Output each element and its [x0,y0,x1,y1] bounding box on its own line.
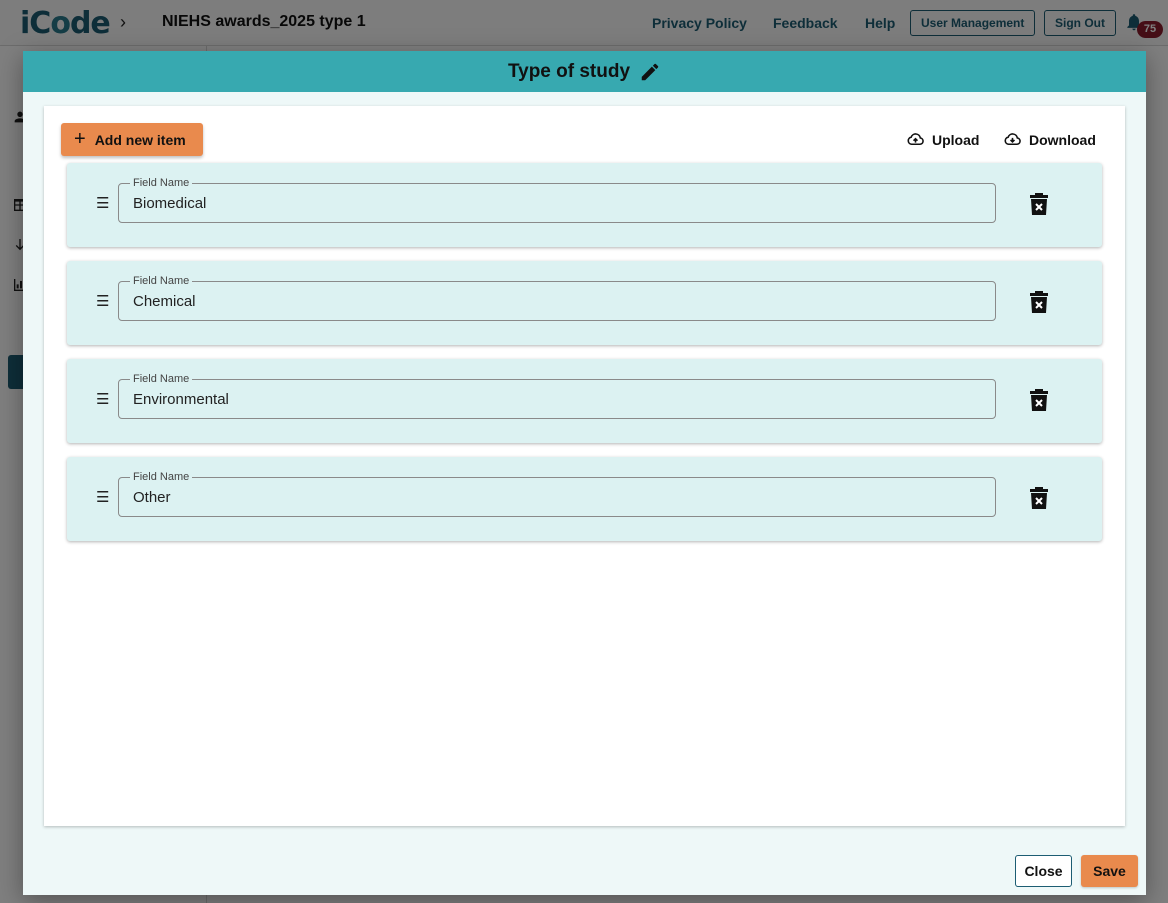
field-name-field[interactable]: Field Name [118,470,996,517]
field-name-field[interactable]: Field Name [118,372,996,419]
download-label: Download [1029,131,1096,148]
drag-handle-icon[interactable]: ☰ [96,488,109,506]
list-item: ☰ Field Name [67,359,1102,443]
drag-handle-icon[interactable]: ☰ [96,292,109,310]
pencil-icon[interactable] [639,61,661,83]
list-item: ☰ Field Name [67,457,1102,541]
close-button[interactable]: Close [1015,855,1072,887]
field-name-input[interactable] [133,478,983,516]
drag-handle-icon[interactable]: ☰ [96,194,109,212]
dialog-title: Type of study [507,60,631,82]
plus-icon: + [74,127,86,150]
delete-icon[interactable] [1030,193,1048,215]
drag-handle-icon[interactable]: ☰ [96,390,109,408]
field-name-field[interactable]: Field Name [118,274,996,321]
delete-icon[interactable] [1030,389,1048,411]
upload-label: Upload [932,131,980,148]
list-item: ☰ Field Name [67,163,1102,247]
items-panel: + Add new item Upload Download ☰ Field N… [44,106,1125,826]
field-name-field[interactable]: Field Name [118,176,996,223]
add-new-item-button[interactable]: + Add new item [61,123,203,156]
delete-icon[interactable] [1030,291,1048,313]
cloud-download-icon [1004,133,1021,146]
field-name-input[interactable] [133,380,983,418]
upload-button[interactable]: Upload [906,130,979,149]
delete-icon[interactable] [1030,487,1048,509]
type-of-study-dialog: Type of study + Add new item Upload Down… [23,51,1146,895]
add-new-item-label: Add new item [94,131,186,148]
cloud-upload-icon [907,133,924,146]
dialog-header: Type of study [23,51,1146,92]
download-button[interactable]: Download [1003,130,1096,149]
list-item: ☰ Field Name [67,261,1102,345]
field-name-input[interactable] [133,184,983,222]
field-name-input[interactable] [133,282,983,320]
save-button[interactable]: Save [1081,855,1138,887]
